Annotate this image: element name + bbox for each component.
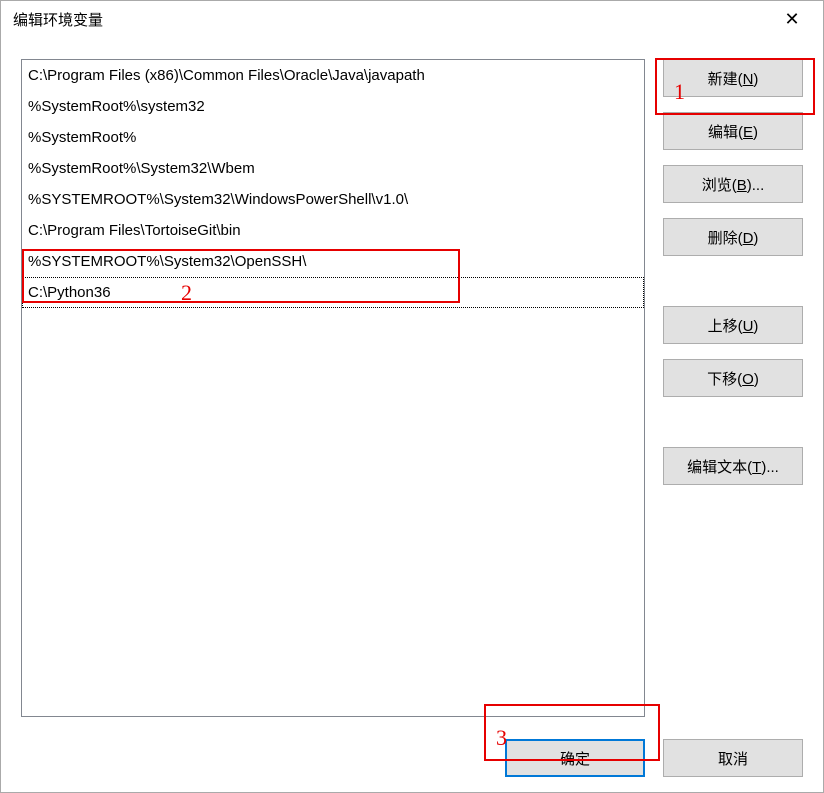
side-buttons: 新建(N) 编辑(E) 浏览(B)... 删除(D) 上移(U) 下移(O) 编…: [663, 59, 803, 717]
bottom-buttons: 确定 取消: [21, 717, 803, 777]
cancel-button[interactable]: 取消: [663, 739, 803, 777]
ok-button[interactable]: 确定: [505, 739, 645, 777]
content-area: C:\Program Files (x86)\Common Files\Orac…: [1, 39, 823, 792]
path-list[interactable]: C:\Program Files (x86)\Common Files\Orac…: [21, 59, 645, 717]
move-up-button[interactable]: 上移(U): [663, 306, 803, 344]
list-item[interactable]: %SystemRoot%\system32: [22, 91, 644, 122]
edit-button[interactable]: 编辑(E): [663, 112, 803, 150]
titlebar: 编辑环境变量 ✕: [1, 1, 823, 39]
list-item[interactable]: %SystemRoot%: [22, 122, 644, 153]
list-item[interactable]: C:\Program Files (x86)\Common Files\Orac…: [22, 60, 644, 91]
browse-button[interactable]: 浏览(B)...: [663, 165, 803, 203]
main-area: C:\Program Files (x86)\Common Files\Orac…: [21, 59, 803, 717]
list-item-selected[interactable]: C:\Python36: [22, 277, 644, 308]
close-button[interactable]: ✕: [769, 4, 815, 36]
window-title: 编辑环境变量: [13, 9, 103, 30]
list-item[interactable]: C:\Program Files\TortoiseGit\bin: [22, 215, 644, 246]
edit-text-button[interactable]: 编辑文本(T)...: [663, 447, 803, 485]
new-button[interactable]: 新建(N): [663, 59, 803, 97]
list-item[interactable]: %SystemRoot%\System32\Wbem: [22, 153, 644, 184]
dialog-window: 编辑环境变量 ✕ C:\Program Files (x86)\Common F…: [0, 0, 824, 793]
list-item[interactable]: %SYSTEMROOT%\System32\WindowsPowerShell\…: [22, 184, 644, 215]
delete-button[interactable]: 删除(D): [663, 218, 803, 256]
list-item[interactable]: %SYSTEMROOT%\System32\OpenSSH\: [22, 246, 644, 277]
move-down-button[interactable]: 下移(O): [663, 359, 803, 397]
close-icon: ✕: [784, 9, 799, 30]
